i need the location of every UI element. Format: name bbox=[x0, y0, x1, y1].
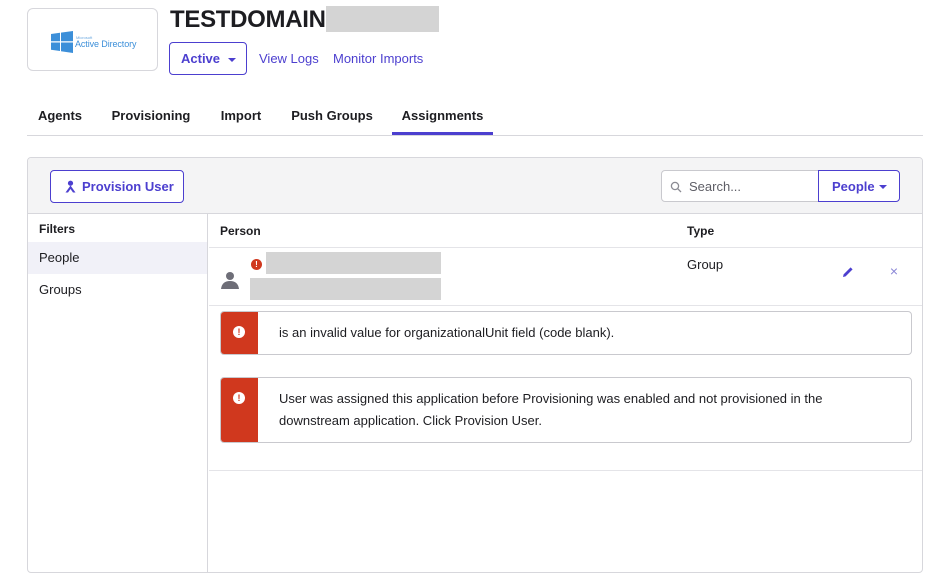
assignments-list: Person Type ! Group × ! is an invalid va… bbox=[209, 214, 922, 572]
provision-user-label: Provision User bbox=[82, 179, 174, 194]
filter-item-people[interactable]: People bbox=[28, 242, 207, 274]
tab-assignments[interactable]: Assignments bbox=[392, 100, 493, 135]
close-icon[interactable]: × bbox=[887, 264, 901, 278]
status-label: Active bbox=[181, 51, 221, 66]
monitor-imports-link[interactable]: Monitor Imports bbox=[333, 51, 423, 66]
assignments-panel: Provision User People Filters People Gro… bbox=[27, 157, 923, 573]
table-header: Person Type bbox=[209, 214, 922, 248]
caret-down-icon bbox=[228, 58, 236, 62]
tab-bar: Agents Provisioning Import Push Groups A… bbox=[27, 100, 923, 136]
alert-message: is an invalid value for organizationalUn… bbox=[279, 325, 615, 340]
row-type: Group bbox=[687, 257, 724, 272]
pencil-icon[interactable] bbox=[841, 265, 855, 279]
filter-item-groups[interactable]: Groups bbox=[28, 274, 207, 306]
avatar-icon bbox=[221, 272, 239, 289]
people-filter-dropdown[interactable]: People bbox=[818, 170, 900, 202]
filters-heading: Filters bbox=[39, 222, 76, 236]
app-title: TESTDOMAIN bbox=[170, 6, 326, 33]
search-box bbox=[661, 170, 819, 202]
error-alert: ! is an invalid value for organizational… bbox=[220, 311, 912, 355]
caret-down-icon bbox=[879, 185, 887, 189]
column-type: Type bbox=[687, 224, 715, 238]
alert-bar: ! bbox=[221, 378, 258, 442]
filters-sidebar: Filters People Groups bbox=[28, 214, 208, 572]
assignments-toolbar: Provision User People bbox=[28, 158, 922, 214]
windows-logo-icon bbox=[51, 31, 73, 53]
app-logo: Microsoft Active Directory bbox=[27, 8, 158, 71]
provision-user-button[interactable]: Provision User bbox=[50, 170, 184, 203]
redacted-title-suffix bbox=[326, 6, 439, 32]
people-filter-label: People bbox=[832, 178, 875, 194]
tab-import[interactable]: Import bbox=[210, 100, 272, 135]
redacted-person-name bbox=[266, 252, 441, 274]
search-icon bbox=[670, 181, 682, 193]
view-logs-link[interactable]: View Logs bbox=[259, 51, 319, 66]
search-input[interactable] bbox=[689, 171, 817, 201]
table-row[interactable]: ! Group × bbox=[209, 248, 922, 306]
tab-agents[interactable]: Agents bbox=[27, 100, 93, 135]
error-icon: ! bbox=[251, 259, 262, 270]
logo-product-text: Active Directory bbox=[75, 39, 137, 49]
tab-provisioning[interactable]: Provisioning bbox=[103, 100, 199, 135]
provision-user-icon bbox=[65, 180, 76, 193]
error-icon: ! bbox=[233, 392, 245, 404]
status-dropdown[interactable]: Active bbox=[169, 42, 247, 75]
alert-bar: ! bbox=[221, 312, 258, 354]
redacted-person-email bbox=[250, 278, 441, 300]
alert-message: User was assigned this application befor… bbox=[279, 391, 823, 428]
column-person: Person bbox=[220, 224, 261, 238]
error-alert: ! User was assigned this application bef… bbox=[220, 377, 912, 443]
list-divider bbox=[209, 470, 922, 471]
tab-push-groups[interactable]: Push Groups bbox=[283, 100, 381, 135]
error-icon: ! bbox=[233, 326, 245, 338]
